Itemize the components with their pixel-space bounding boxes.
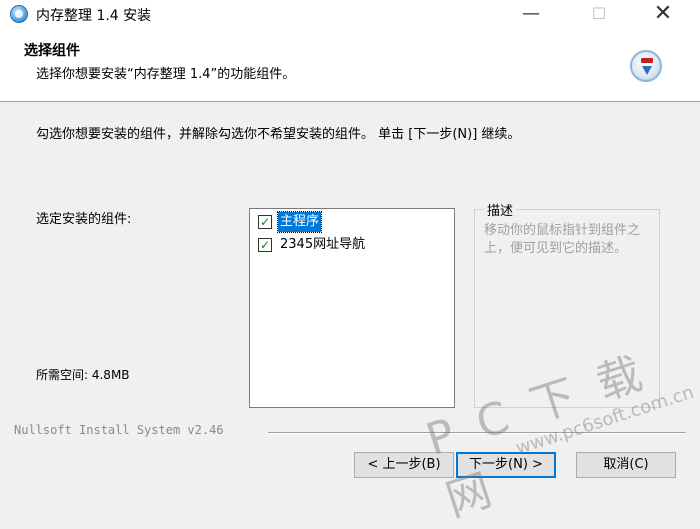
maximize-button[interactable]: ☐ [576,0,622,28]
title-bar: 内存整理 1.4 安装 — ☐ ✕ [0,0,700,28]
footer-divider [268,432,686,434]
icon-cap [641,58,653,63]
component-label: 2345网址导航 [280,237,366,252]
component-tree[interactable]: ✓ 主程序 ✓ 2345网址导航 [249,208,455,408]
checkbox-2345[interactable]: ✓ [258,238,272,252]
instruction-text: 勾选你想要安装的组件，并解除勾选你不希望安装的组件。 单击 [下一步(N)] 继… [36,127,521,142]
description-title: 描述 [484,200,517,219]
description-text: 移动你的鼠标指针到组件之上，便可见到它的描述。 [484,223,641,256]
next-button[interactable]: 下一步(N) > [456,452,556,478]
close-button[interactable]: ✕ [640,0,686,28]
page-title: 选择组件 [24,43,80,59]
download-arrow-icon [642,66,652,75]
page-header: 选择组件 选择你想要安装“内存整理 1.4”的功能组件。 [0,28,700,102]
component-label: 主程序 [276,211,323,233]
app-icon [10,5,28,23]
checkbox-main[interactable]: ✓ [258,215,272,229]
back-button[interactable]: < 上一步(B) [354,452,454,478]
space-required-label: 所需空间: 4.8MB [36,368,130,382]
components-label: 选定安装的组件: [36,212,132,227]
minimize-button[interactable]: — [508,0,554,28]
nsis-branding: Nullsoft Install System v2.46 [14,423,224,437]
installer-download-icon [630,50,662,82]
page-subtitle: 选择你想要安装“内存整理 1.4”的功能组件。 [36,67,296,82]
cancel-button[interactable]: 取消(C) [576,452,676,478]
window-title: 内存整理 1.4 安装 [36,8,152,24]
